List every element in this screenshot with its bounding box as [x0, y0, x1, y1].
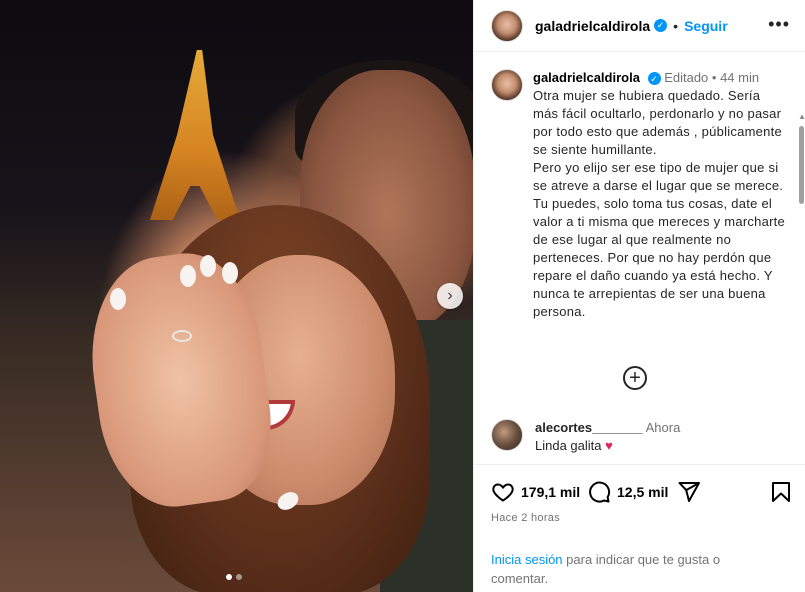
commenter-avatar[interactable] — [491, 419, 523, 451]
comment-text: Linda galita — [535, 438, 602, 453]
caption-text: Otra mujer se hubiera quedado. Sería más… — [533, 88, 786, 319]
edited-label: Editado — [664, 70, 709, 85]
post-header: galadrielcaldirola ✓ • Seguir ••• — [474, 0, 805, 52]
verified-badge-icon: ✓ — [654, 19, 668, 32]
comments-section[interactable]: galadrielcaldirola ✓ Editado • 44 min Ot… — [474, 53, 805, 463]
post-sidebar: galadrielcaldirola ✓ • Seguir ••• galadr… — [473, 0, 805, 592]
comment-button[interactable]: 12,5 mil — [587, 480, 668, 504]
carousel-dot-active — [226, 574, 232, 580]
bookmark-icon — [772, 482, 790, 502]
caption: galadrielcaldirola ✓ Editado • 44 min Ot… — [491, 69, 788, 321]
verified-badge-icon: ✓ — [647, 72, 661, 86]
caption-author-avatar[interactable] — [491, 69, 523, 101]
fingernail — [110, 288, 126, 310]
load-more-comments-button[interactable]: + — [623, 366, 647, 390]
scrollbar-thumb[interactable] — [799, 126, 804, 204]
author-username[interactable]: galadrielcaldirola — [535, 18, 650, 34]
caption-separator: • — [711, 70, 721, 85]
carousel-dot — [236, 574, 242, 580]
share-button[interactable] — [677, 480, 707, 504]
caption-time: 44 min — [720, 70, 760, 85]
like-button[interactable]: 179,1 mil — [491, 480, 580, 504]
fingernail — [222, 262, 238, 284]
chevron-right-icon: › — [447, 287, 453, 304]
login-link[interactable]: Inicia sesión — [491, 552, 563, 567]
likes-count: 179,1 mil — [521, 484, 581, 500]
engagement-ring — [172, 330, 192, 342]
heart-emoji-icon: ♥ — [605, 438, 613, 453]
author-avatar[interactable] — [491, 9, 523, 42]
action-bar: 179,1 mil 12,5 mil — [474, 464, 805, 516]
comment-item: alecortes_______ Ahora Linda galita ♥ — [491, 419, 680, 455]
eiffel-tower-shape — [150, 50, 240, 220]
caption-username[interactable]: galadrielcaldirola — [533, 70, 640, 85]
header-separator: • — [673, 17, 679, 34]
comment-time: Ahora — [645, 420, 681, 435]
heart-icon — [492, 483, 514, 502]
commenter-username[interactable]: alecortes_______ — [535, 420, 643, 435]
more-options-icon[interactable]: ••• — [768, 14, 790, 35]
login-prompt: Inicia sesión para indicar que te gusta … — [491, 550, 771, 588]
comment-icon — [589, 481, 611, 503]
comments-count: 12,5 mil — [617, 484, 669, 500]
fingernail — [180, 265, 196, 287]
plus-icon: + — [629, 367, 641, 389]
post-photo[interactable]: › — [0, 0, 473, 592]
carousel-next-button[interactable]: › — [437, 283, 463, 309]
fingernail — [200, 255, 216, 277]
share-icon — [678, 482, 700, 502]
comments-scrollbar[interactable]: ▲ ▼ — [796, 106, 805, 463]
save-button[interactable] — [770, 480, 798, 504]
post-timestamp: Hace 2 horas — [491, 512, 561, 524]
carousel-dots — [226, 574, 242, 580]
follow-button[interactable]: Seguir — [684, 18, 728, 34]
scroll-up-arrow-icon[interactable]: ▲ — [798, 112, 805, 121]
